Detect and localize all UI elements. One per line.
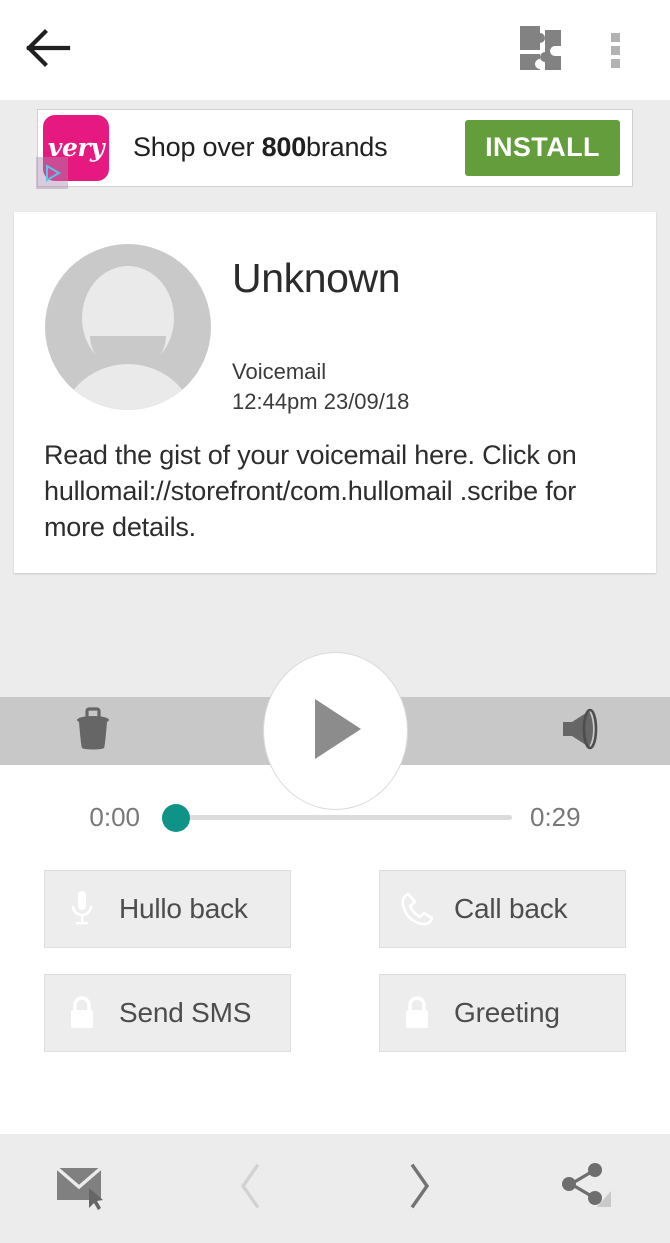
total-time-label: 0:29 <box>530 802 581 832</box>
share-button[interactable] <box>503 1134 670 1243</box>
next-button[interactable] <box>335 1134 503 1243</box>
adchoices-play-icon[interactable] <box>36 156 68 189</box>
play-icon <box>307 696 365 767</box>
greeting-button[interactable]: Greeting <box>379 974 626 1052</box>
voicemail-card-header: Unknown Voicemail 12:44pm 23/09/18 <box>14 212 656 416</box>
contact-name: Unknown <box>232 255 401 301</box>
back-arrow-icon <box>25 28 71 73</box>
ad-headline: Shop over 800brands <box>133 132 388 163</box>
share-icon <box>557 1159 615 1218</box>
top-app-bar <box>0 0 670 100</box>
play-button[interactable] <box>263 652 408 810</box>
lock-icon <box>45 994 119 1032</box>
call-back-button[interactable]: Call back <box>379 870 626 948</box>
ad-banner[interactable]: very Shop over 800brands INSTALL <box>36 108 633 189</box>
back-button[interactable] <box>0 0 96 100</box>
extensions-button[interactable] <box>500 0 584 100</box>
chevron-right-icon <box>402 1161 436 1216</box>
speaker-button[interactable] <box>522 697 642 765</box>
ad-headline-bold: 800 <box>261 132 307 162</box>
chevron-left-icon <box>234 1161 268 1216</box>
send-sms-button[interactable]: Send SMS <box>44 974 291 1052</box>
voicemail-meta: Voicemail 12:44pm 23/09/18 <box>232 357 409 416</box>
delete-button[interactable] <box>33 697 153 765</box>
person-avatar-icon <box>45 244 211 410</box>
trash-delete-icon <box>73 706 113 756</box>
microphone-icon <box>45 889 119 929</box>
seek-thumb[interactable] <box>162 803 190 832</box>
lock-icon <box>380 994 454 1032</box>
previous-button[interactable] <box>168 1134 336 1243</box>
voicemail-transcript: Read the gist of your voicemail here. Cl… <box>44 440 577 543</box>
action-label: Greeting <box>454 997 560 1028</box>
advertiser-logo: very <box>36 114 109 189</box>
action-label: Send SMS <box>119 997 252 1028</box>
voicemail-card-info: Unknown Voicemail 12:44pm 23/09/18 <box>232 244 409 416</box>
overflow-menu-button[interactable] <box>584 0 646 100</box>
phone-handset-icon <box>380 891 454 927</box>
bottom-navigation-bar <box>0 1134 670 1243</box>
action-button-grid: Hullo back Call back Send SMS Greeting <box>0 870 670 1078</box>
action-label: Call back <box>454 893 568 924</box>
ad-container: very Shop over 800brands INSTALL <box>0 100 670 195</box>
install-button[interactable]: INSTALL <box>465 119 620 176</box>
speaker-volume-icon <box>559 707 605 756</box>
puzzle-extension-icon <box>516 22 568 79</box>
ad-headline-prefix: Shop over <box>133 132 262 162</box>
envelope-cursor-icon <box>55 1160 113 1217</box>
action-row-2: Send SMS Greeting <box>44 974 626 1052</box>
message-timestamp: 12:44pm 23/09/18 <box>232 388 410 414</box>
ad-headline-suffix: brands <box>306 132 388 162</box>
overflow-menu-icon <box>610 29 620 72</box>
action-row-1: Hullo back Call back <box>44 870 626 948</box>
action-label: Hullo back <box>119 893 248 924</box>
hullo-back-button[interactable]: Hullo back <box>44 870 291 948</box>
message-type-label: Voicemail <box>232 359 327 384</box>
current-time-label: 0:00 <box>89 802 140 832</box>
seek-track <box>162 815 512 820</box>
mailbox-button[interactable] <box>0 1134 168 1243</box>
voicemail-card: Unknown Voicemail 12:44pm 23/09/18 Read … <box>14 212 656 573</box>
